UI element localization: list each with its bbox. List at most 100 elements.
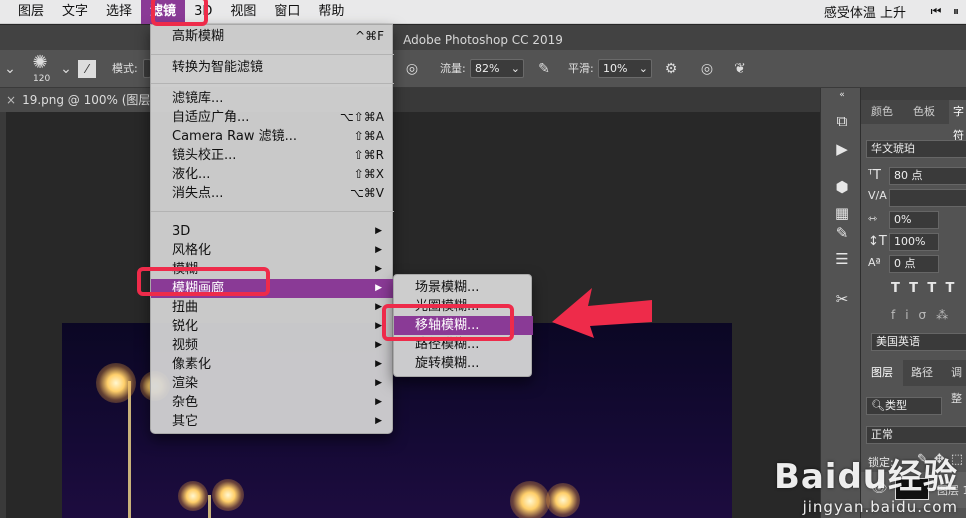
menu-item-other[interactable]: 其它 ▶ [151,412,394,431]
baseline-shift-field[interactable]: 0 点 [889,255,939,273]
close-icon[interactable]: × [6,93,16,107]
tools-strip-edge [0,112,6,518]
info-icon[interactable]: ▦ [831,202,853,224]
play-action-icon[interactable]: ▶ [831,138,853,160]
vertical-scale-icon: ↕T [868,234,887,249]
tracking-field[interactable]: 0% [889,211,939,229]
chevron-down-icon[interactable]: ⌄ [0,59,20,79]
layer-panel-tabs: 图层 路径 调整 [861,360,966,405]
text-style-buttons[interactable]: TTTT [891,281,963,296]
photoshop-screen: 图层 文字 选择 滤镜 3D 视图 窗口 帮助 感受体温 上升 ⏮ ⏸ Adob… [0,0,966,518]
language-select[interactable]: 美国英语 [871,333,966,351]
chevron-down-icon[interactable]: ⌄ [56,59,76,79]
submenu-arrow-icon: ▶ [375,302,382,312]
adjustments-icon[interactable]: ☰ [831,248,853,270]
menu-item-stylize[interactable]: 风格化 ▶ [151,241,394,260]
menu-view[interactable]: 视图 [221,0,265,24]
tab-paths[interactable]: 路径 [911,360,933,386]
submenu-item-field-blur[interactable]: 场景模糊... [394,278,533,297]
menu-item-filter-gallery[interactable]: 滤镜库... [151,89,394,108]
gear-icon[interactable]: ⚙ [661,59,681,79]
menu-item-smart-filter[interactable]: 转换为智能滤镜 [151,58,394,77]
submenu-arrow-icon: ▶ [375,245,382,255]
flow-field[interactable]: 82% ⌄ [470,59,524,78]
menu-bar: 图层 文字 选择 滤镜 3D 视图 窗口 帮助 感受体温 上升 ⏮ ⏸ [0,0,966,24]
font-size-field[interactable]: 80 点 [889,167,966,185]
opentype-buttons[interactable]: fiσ⁂ [891,308,958,322]
menu-item-sharpen[interactable]: 锐化 ▶ [151,317,394,336]
menu-item-camera-raw[interactable]: Camera Raw 滤镜... ⇧⌘A [151,127,394,146]
symmetry-icon[interactable]: ❦ [730,59,750,79]
font-size-icon: ᵀT [868,168,881,183]
brush-panel-icon[interactable]: ✎ [831,222,853,244]
document-tab[interactable]: × 19.png @ 100% (图层 1, [0,88,150,112]
tab-swatches[interactable]: 色板 [913,100,935,124]
menu-item-noise[interactable]: 杂色 ▶ [151,393,394,412]
brush-preset-icon[interactable]: ✺ [30,53,50,73]
pause-icon[interactable]: ⏸ [946,4,966,19]
street-lamp-light [178,481,208,511]
menu-item-label: 自适应广角... [172,110,250,125]
menu-type[interactable]: 文字 [53,0,97,24]
brush-settings-icon[interactable]: ⁄ [78,60,96,78]
submenu-item-spin-blur[interactable]: 旋转模糊... [394,354,533,373]
menu-item-label: 扭曲 [172,300,199,315]
size-pressure-icon[interactable]: ◎ [697,59,717,79]
shortcut: ⌥⌘V [349,186,384,200]
tab-adjustments[interactable]: 调整 [951,360,966,412]
now-playing[interactable]: 感受体温 上升 [816,2,926,21]
shortcut: ⇧⌘A [353,129,384,143]
menu-item-video[interactable]: 视频 ▶ [151,336,394,355]
panel-tabs: 颜色 色板 字符 [861,100,966,148]
street-lamp-pole [128,381,131,518]
tool-presets-icon[interactable]: ✂ [831,288,853,310]
blend-mode-select[interactable]: 正常 [866,426,966,444]
collapse-icon[interactable]: « [831,90,853,100]
menu-item-3d[interactable]: 3D ▶ [151,222,394,241]
menu-item-label: 消失点... [172,186,224,201]
vertical-scale-field[interactable]: 100% [889,233,939,251]
kerning-field[interactable] [889,189,966,207]
annotation-arrow-icon [552,288,652,338]
menu-item-render[interactable]: 渲染 ▶ [151,374,394,393]
tab-color[interactable]: 颜色 [871,100,893,124]
annotation-box-tilt-shift [382,304,514,341]
menu-window[interactable]: 窗口 [265,0,309,24]
tab-layers[interactable]: 图层 [861,360,903,386]
annotation-box-blur-gallery [137,267,270,296]
layer-filter-select[interactable]: 🔍︎类型 [866,397,942,415]
shortcut: ^⌘F [355,29,384,43]
last-filter-label: 高斯模糊 [172,29,225,44]
menu-item-label: 渲染 [172,376,199,391]
shortcut: ⌥⇧⌘A [339,110,384,124]
menu-item-last-filter[interactable]: 高斯模糊 ^⌘F [151,27,394,46]
3d-cube-icon[interactable]: ⬢ [831,176,853,198]
street-lamp-light [96,363,136,403]
airbrush-icon[interactable]: ✎ [534,59,554,79]
smoothing-field[interactable]: 10% ⌄ [598,59,652,78]
menu-item-vanishing-point[interactable]: 消失点... ⌥⌘V [151,184,394,203]
previous-track-icon[interactable]: ⏮ [926,4,946,19]
menu-item-distort[interactable]: 扭曲 ▶ [151,298,394,317]
shortcut: ⇧⌘R [353,148,384,162]
menu-item-pixelate[interactable]: 像素化 ▶ [151,355,394,374]
menu-item-adaptive-wide-angle[interactable]: 自适应广角... ⌥⇧⌘A [151,108,394,127]
opacity-pressure-icon[interactable]: ◎ [402,59,422,79]
menu-select[interactable]: 选择 [97,0,141,24]
menu-item-label: 像素化 [172,357,212,372]
font-family-select[interactable]: 华文琥珀 [866,140,966,158]
menu-layer[interactable]: 图层 [0,0,53,24]
menu-item-label: 杂色 [172,395,199,410]
menu-item-liquify[interactable]: 液化... ⇧⌘X [151,165,394,184]
menu-item-label: 其它 [172,414,199,429]
chevron-down-icon: ⌄ [638,62,648,75]
menu-item-label: 3D [172,224,191,239]
menu-item-label: 镜头校正... [172,148,237,163]
menu-help[interactable]: 帮助 [309,0,353,24]
mode-label: 模式: [112,62,138,75]
menu-item-lens-correction[interactable]: 镜头校正... ⇧⌘R [151,146,394,165]
menu-item-label: 滤镜库... [172,91,224,106]
history-icon[interactable]: ⧉ [831,110,853,132]
options-bar: ⌄ ✺ 120 ⌄ ⁄ 模式: ◎ 流量: 82% ⌄ ✎ 平滑: 10% ⌄ ⚙ … [0,50,966,88]
street-lamp-light [510,481,550,518]
